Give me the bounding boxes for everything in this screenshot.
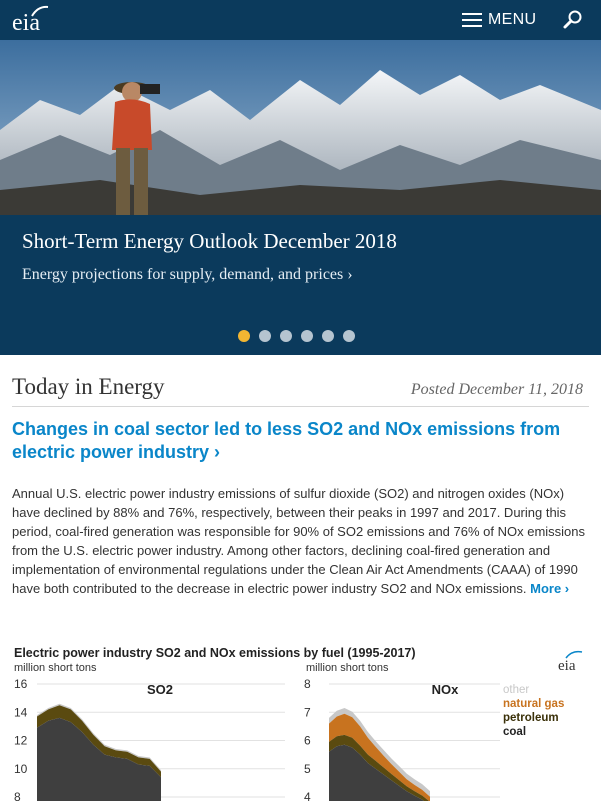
carousel-dot-5[interactable]: [322, 330, 334, 342]
chart-logo-text: eia: [558, 658, 576, 674]
y-tick-label: 8: [304, 677, 311, 691]
menu-button[interactable]: MENU: [462, 10, 536, 30]
y-tick-label: 4: [304, 790, 311, 801]
chart-eia-logo: eia: [558, 650, 583, 674]
menu-icon: [462, 12, 482, 28]
carousel-dot-3[interactable]: [280, 330, 292, 342]
legend-natural-gas: natural gas: [503, 698, 564, 710]
menu-label: MENU: [488, 11, 537, 28]
y-tick-label: 14: [14, 705, 28, 719]
legend-coal: coal: [503, 726, 526, 738]
today-in-energy-header: Today in Energy Posted December 11, 2018: [12, 372, 589, 407]
summary-text: Annual U.S. electric power industry emis…: [12, 486, 586, 596]
search-icon[interactable]: [562, 9, 584, 31]
section-title: Today in Energy: [12, 374, 165, 399]
carousel-pagination: [238, 330, 355, 342]
top-navigation-bar: eia MENU: [0, 0, 601, 40]
y-tick-label: 8: [14, 790, 21, 801]
y-tick-label: 10: [14, 762, 28, 776]
emissions-chart[interactable]: Electric power industry SO2 and NOx emis…: [0, 640, 601, 801]
hero-image-mountains[interactable]: [0, 40, 601, 215]
chart-svg: Electric power industry SO2 and NOx emis…: [14, 646, 583, 801]
y-tick-label: 5: [304, 762, 311, 776]
logo-text: eia: [12, 10, 40, 36]
posted-date: Posted December 11, 2018: [410, 381, 583, 398]
legend-other: other: [503, 684, 529, 696]
hero-title[interactable]: Short-Term Energy Outlook December 2018: [22, 229, 397, 254]
y-tick-label: 12: [14, 734, 28, 748]
carousel-dot-2[interactable]: [259, 330, 271, 342]
carousel-dot-6[interactable]: [343, 330, 355, 342]
chart-panel-so2: million short tonsSO2161412108: [14, 662, 285, 801]
y-axis-label: million short tons: [306, 662, 389, 674]
chart-panel-nox: million short tonsNOx87654: [304, 662, 500, 801]
y-tick-label: 16: [14, 677, 28, 691]
chart-title: Electric power industry SO2 and NOx emis…: [14, 646, 416, 660]
hero-subtitle-link[interactable]: Energy projections for supply, demand, a…: [22, 266, 353, 284]
legend-petroleum: petroleum: [503, 712, 559, 724]
carousel-dot-4[interactable]: [301, 330, 313, 342]
more-link[interactable]: More ›: [530, 581, 569, 596]
article-summary: Annual U.S. electric power industry emis…: [12, 484, 592, 598]
y-tick-label: 7: [304, 705, 311, 719]
article-headline-link[interactable]: Changes in coal sector led to less SO2 a…: [12, 418, 572, 464]
y-tick-label: 6: [304, 734, 311, 748]
y-axis-label: million short tons: [14, 662, 97, 674]
hero-carousel: Short-Term Energy Outlook December 2018 …: [0, 40, 601, 355]
carousel-dot-1[interactable]: [238, 330, 250, 342]
eia-logo[interactable]: eia: [12, 4, 52, 36]
